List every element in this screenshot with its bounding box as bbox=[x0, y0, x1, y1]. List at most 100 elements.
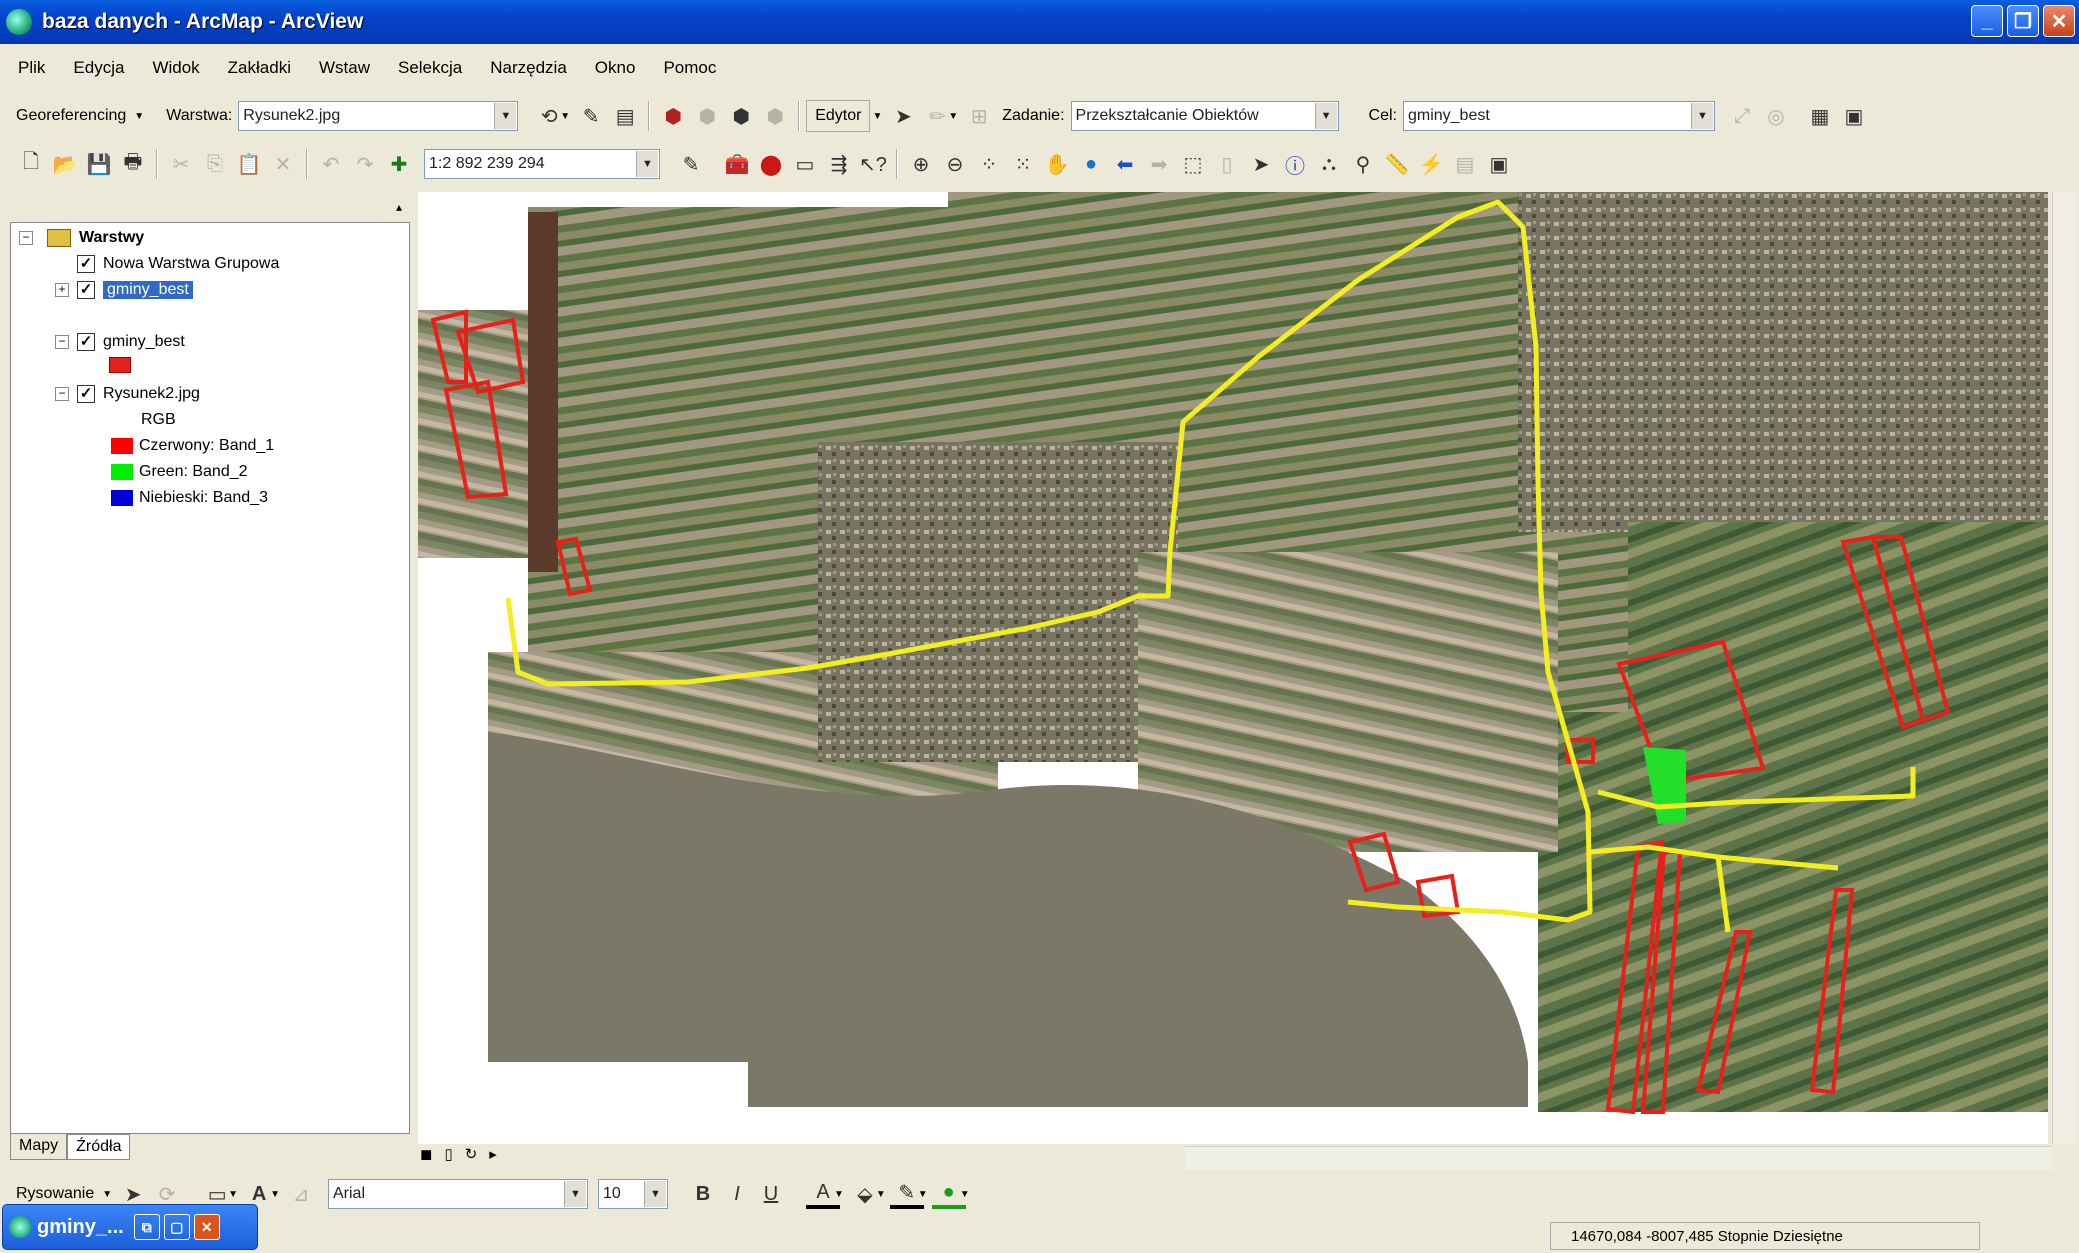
rotate-dropdown-icon[interactable]: ▼ bbox=[560, 111, 570, 122]
map-canvas[interactable] bbox=[418, 192, 2048, 1144]
underline-button[interactable]: U bbox=[754, 1177, 788, 1211]
task-select[interactable]: Przekształcanie Obiektów ▼ bbox=[1070, 101, 1339, 131]
delete-icon[interactable]: ✕ bbox=[266, 147, 300, 181]
undo-icon[interactable]: ↶ bbox=[314, 147, 348, 181]
arctoolbox-icon[interactable]: 🧰 bbox=[720, 147, 754, 181]
adjust-3-icon[interactable]: ⬢ bbox=[724, 99, 758, 133]
close-button[interactable]: ✕ bbox=[2043, 5, 2075, 37]
zoom-in-icon[interactable]: ⊕ bbox=[904, 147, 938, 181]
toc-item-group-layer[interactable]: ✓ Nowa Warstwa Grupowa bbox=[77, 255, 279, 273]
layer-select[interactable]: Rysunek2.jpg ▼ bbox=[238, 101, 519, 131]
add-control-points-icon[interactable]: ✎ bbox=[574, 99, 608, 133]
print-icon[interactable]: 🖶 bbox=[116, 147, 150, 181]
minimize-button[interactable]: _ bbox=[1971, 5, 2003, 37]
editor-dropdown-icon[interactable]: ▼ bbox=[872, 111, 882, 122]
paste-icon[interactable]: 📋 bbox=[232, 147, 266, 181]
select-features-icon[interactable]: ⬚ bbox=[1176, 147, 1210, 181]
font-color-dropdown-icon[interactable]: ▼ bbox=[834, 1189, 844, 1200]
band-green-row[interactable]: Green: Band_2 bbox=[111, 463, 248, 481]
view-link-table-icon[interactable]: ▤ bbox=[608, 99, 642, 133]
italic-button[interactable]: I bbox=[720, 1177, 754, 1211]
gminy-symbol-row[interactable] bbox=[109, 357, 131, 373]
rysowanie-menu[interactable]: Rysowanie bbox=[16, 1185, 94, 1203]
sketch-dropdown-icon[interactable]: ▼ bbox=[948, 111, 958, 122]
back-extent-icon[interactable]: ⬅ bbox=[1108, 147, 1142, 181]
command-line-icon[interactable]: ▭ bbox=[788, 147, 822, 181]
bold-button[interactable]: B bbox=[686, 1177, 720, 1211]
band-blue-row[interactable]: Niebieski: Band_3 bbox=[111, 489, 268, 507]
menu-zakladki[interactable]: Zakładki bbox=[224, 56, 295, 80]
layout-view-icon[interactable]: ▯ bbox=[444, 1145, 452, 1163]
toc-item-rysunek2[interactable]: − ✓ Rysunek2.jpg bbox=[55, 385, 200, 403]
open-folder-icon[interactable]: 📂 bbox=[48, 147, 82, 181]
maximize-button[interactable]: ❐ bbox=[2007, 5, 2039, 37]
map-horizontal-scrollbar[interactable] bbox=[1185, 1146, 2052, 1170]
taskbar-restore-icon[interactable]: ⧉ bbox=[133, 1214, 160, 1240]
collapse-icon[interactable]: − bbox=[19, 231, 33, 245]
adjust-2-icon[interactable]: ⬢ bbox=[690, 99, 724, 133]
menu-narzedzia[interactable]: Narzędzia bbox=[486, 56, 571, 80]
adjust-tool-icon[interactable]: ⬢ bbox=[656, 99, 690, 133]
rysunek2-checkbox[interactable]: ✓ bbox=[77, 385, 95, 403]
menu-selekcja[interactable]: Selekcja bbox=[394, 56, 466, 80]
fixed-zoom-out-icon[interactable]: ⁙ bbox=[1006, 147, 1040, 181]
font-size-select[interactable]: 10 ▼ bbox=[597, 1179, 668, 1209]
copy-icon[interactable]: ⎘ bbox=[198, 147, 232, 181]
split-tool-icon[interactable]: ⊞ bbox=[962, 99, 996, 133]
cut-icon[interactable]: ✂ bbox=[164, 147, 198, 181]
arcmap-tools-icon[interactable]: ⬤ bbox=[754, 147, 788, 181]
editor-toolbar-icon[interactable]: ✎ bbox=[674, 147, 708, 181]
taskbar-close-icon[interactable]: ✕ bbox=[193, 1214, 220, 1240]
group-layer-checkbox[interactable]: ✓ bbox=[77, 255, 95, 273]
polygon-symbol-swatch[interactable] bbox=[109, 357, 131, 373]
html-popup-icon[interactable]: ▤ bbox=[1448, 147, 1482, 181]
gminy-best-1-checkbox[interactable]: ✓ bbox=[77, 281, 95, 299]
time-slider-icon[interactable]: ▣ bbox=[1482, 147, 1516, 181]
chevron-down-icon[interactable]: ▼ bbox=[1690, 103, 1713, 129]
collapse-icon[interactable]: − bbox=[55, 335, 69, 349]
rectangle-dropdown-icon[interactable]: ▼ bbox=[228, 1189, 238, 1200]
full-extent-globe-icon[interactable]: ● bbox=[1074, 147, 1108, 181]
pause-drawing-icon[interactable]: ▸ bbox=[489, 1145, 497, 1163]
font-select[interactable]: Arial ▼ bbox=[327, 1179, 588, 1209]
text-dropdown-icon[interactable]: ▼ bbox=[270, 1189, 280, 1200]
map-view[interactable] bbox=[418, 192, 2048, 1144]
map-vertical-scrollbar[interactable] bbox=[2052, 192, 2076, 1144]
data-view-icon[interactable]: ◼ bbox=[420, 1145, 432, 1163]
toc-layers-root[interactable]: − Warstwy bbox=[19, 229, 144, 247]
toc-close-icon[interactable]: ▴ bbox=[396, 200, 402, 214]
taskbar-maximize-icon[interactable]: ▢ bbox=[163, 1214, 190, 1240]
chevron-down-icon[interactable]: ▼ bbox=[563, 1181, 586, 1207]
menu-plik[interactable]: Plik bbox=[14, 56, 49, 80]
edit-tool-arrow-icon[interactable]: ➤ bbox=[886, 99, 920, 133]
measure-icon[interactable]: 📏 bbox=[1380, 147, 1414, 181]
add-data-icon[interactable]: ✚ bbox=[382, 147, 416, 181]
go-to-xy-icon[interactable]: ⚲ bbox=[1346, 147, 1380, 181]
chevron-down-icon[interactable]: ▼ bbox=[1314, 103, 1337, 129]
band-red-row[interactable]: Czerwony: Band_1 bbox=[111, 437, 274, 455]
forward-extent-icon[interactable]: ➡ bbox=[1142, 147, 1176, 181]
menu-widok[interactable]: Widok bbox=[148, 56, 203, 80]
editor-menu[interactable]: Edytor bbox=[806, 100, 871, 132]
chevron-down-icon[interactable]: ▼ bbox=[643, 1181, 666, 1207]
menu-okno[interactable]: Okno bbox=[591, 56, 640, 80]
tab-mapy[interactable]: Mapy bbox=[10, 1134, 68, 1160]
new-document-icon[interactable]: 🗋 bbox=[14, 147, 48, 181]
clear-selection-icon[interactable]: ▯ bbox=[1210, 147, 1244, 181]
menu-edycja[interactable]: Edycja bbox=[69, 56, 128, 80]
menu-pomoc[interactable]: Pomoc bbox=[659, 56, 720, 80]
edit-vertices-icon[interactable]: ⊿ bbox=[284, 1177, 318, 1211]
table-window-icon[interactable]: ▦ bbox=[1803, 99, 1837, 133]
green-band-swatch[interactable] bbox=[111, 464, 133, 480]
save-icon[interactable]: 💾 bbox=[82, 147, 116, 181]
fill-color-dropdown-icon[interactable]: ▼ bbox=[876, 1189, 886, 1200]
red-band-swatch[interactable] bbox=[111, 438, 133, 454]
layout-window-icon[interactable]: ▣ bbox=[1837, 99, 1871, 133]
refresh-icon[interactable]: ↻ bbox=[465, 1145, 478, 1163]
taskbar-window-button[interactable]: gminy_... ⧉ ▢ ✕ bbox=[2, 1204, 258, 1250]
blue-band-swatch[interactable] bbox=[111, 490, 133, 506]
find-binoculars-icon[interactable]: ⛬ bbox=[1312, 147, 1346, 181]
select-elements-arrow-icon[interactable]: ➤ bbox=[1244, 147, 1278, 181]
marker-color-dropdown-icon[interactable]: ▼ bbox=[960, 1189, 970, 1200]
tab-zrodla[interactable]: Źródła bbox=[67, 1134, 131, 1160]
